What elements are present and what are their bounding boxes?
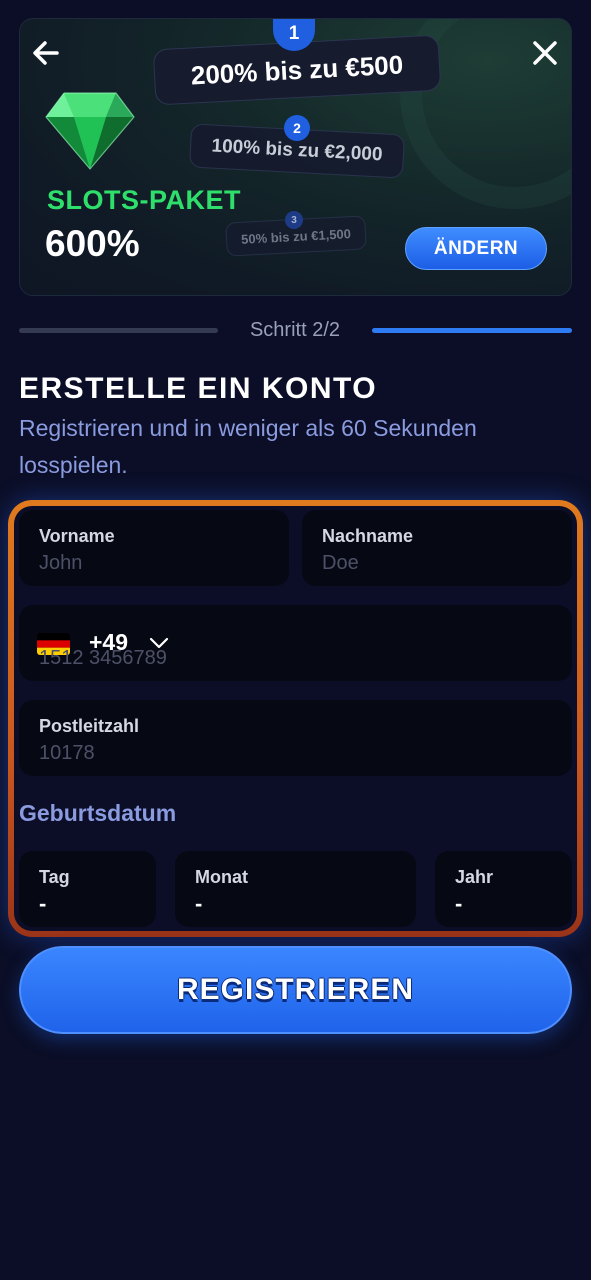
birth-day-value: -: [39, 891, 47, 916]
bonus-tier-2-badge: 2: [284, 115, 310, 141]
page-subtitle: Registrieren und in weniger als 60 Sekun…: [19, 415, 477, 478]
birth-day-select[interactable]: Tag -: [19, 851, 156, 927]
change-package-button[interactable]: ÄNDERN: [405, 227, 547, 270]
first-name-label: Vorname: [39, 526, 115, 546]
arrow-left-icon: [33, 41, 59, 65]
birth-year-label: Jahr: [455, 867, 494, 887]
birth-month-select[interactable]: Monat -: [175, 851, 416, 927]
first-name-field[interactable]: Vorname: [19, 510, 289, 586]
close-button[interactable]: [525, 33, 565, 73]
bonus-banner: 200% bis zu €500 1 100% bis zu €2,000 2 …: [19, 18, 572, 296]
postal-code-field[interactable]: Postleitzahl: [19, 700, 572, 776]
package-label: SLOTS-PAKET: [47, 185, 241, 215]
register-button-label: REGISTRIEREN: [176, 973, 415, 1006]
close-icon: [533, 41, 557, 65]
birth-month-label: Monat: [195, 867, 248, 887]
package-value: 600%: [45, 223, 140, 264]
first-name-input[interactable]: [39, 552, 255, 575]
phone-field[interactable]: +49: [19, 605, 572, 681]
register-button[interactable]: REGISTRIEREN: [19, 946, 572, 1034]
step-indicator: Schritt 2/2: [249, 319, 341, 341]
step-progress-left: [19, 328, 218, 333]
birthdate-section-label: Geburtsdatum: [19, 800, 177, 826]
back-button[interactable]: [26, 33, 66, 73]
birth-month-value: -: [195, 891, 203, 916]
last-name-label: Nachname: [322, 526, 414, 546]
birth-year-select[interactable]: Jahr -: [435, 851, 572, 927]
birth-year-value: -: [455, 891, 463, 916]
last-name-field[interactable]: Nachname: [302, 510, 572, 586]
postal-code-label: Postleitzahl: [39, 716, 140, 736]
postal-code-input[interactable]: [39, 742, 482, 765]
last-name-input[interactable]: [322, 552, 538, 575]
bonus-tier-3-badge: 3: [285, 211, 303, 229]
phone-input[interactable]: [39, 647, 482, 670]
step-progress-right: [372, 328, 572, 333]
bonus-tier-text: 200% bis zu €500: [190, 48, 404, 91]
emerald-gem-icon: [45, 92, 135, 170]
page-title: ERSTELLE EIN KONTO: [19, 372, 378, 405]
birth-day-label: Tag: [39, 867, 70, 887]
